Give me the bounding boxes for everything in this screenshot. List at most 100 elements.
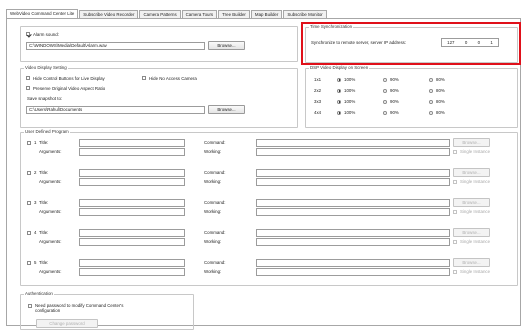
dsp-option-label: 90%: [390, 77, 399, 82]
program-command-label: Command:: [204, 230, 226, 235]
dsp-group: [305, 68, 518, 128]
program-arguments-label: Arguments:: [39, 179, 62, 184]
program-working-input[interactable]: [256, 238, 450, 246]
program-command-input[interactable]: [256, 259, 450, 267]
authentication-title: Authentication: [24, 291, 54, 296]
program-command-input[interactable]: [256, 199, 450, 207]
alarm-sound-path-input[interactable]: C:\WINDOWS\Media\Default\Alarm.wav: [26, 42, 205, 50]
program-arguments-input[interactable]: [79, 208, 185, 216]
dsp-row-label: 3x3: [314, 99, 322, 104]
dsp-4x4-100-radio[interactable]: [337, 110, 341, 115]
single-instance-label: Single Instance: [460, 239, 491, 244]
dsp-row-label: 2x2: [314, 88, 322, 93]
program-arguments-label: Arguments:: [39, 209, 62, 214]
program-arguments-input[interactable]: [79, 148, 185, 156]
program-browse-button[interactable]: Browse...: [453, 198, 490, 207]
hide-no-access-checkbox[interactable]: [142, 76, 146, 80]
program-title-label: Title:: [39, 260, 49, 265]
program-command-input[interactable]: [256, 169, 450, 177]
tab-tree-builder[interactable]: Tree Builder: [218, 10, 250, 18]
dsp-option-label: 90%: [390, 110, 399, 115]
program-working-label: Working:: [204, 149, 222, 154]
tab-subscribe-monitor[interactable]: Subscribe Monitor: [283, 10, 327, 18]
dsp-2x2-100-radio[interactable]: [337, 88, 341, 93]
program-title-label: Title:: [39, 200, 49, 205]
program-browse-button[interactable]: Browse...: [453, 228, 490, 237]
program-command-label: Command:: [204, 170, 226, 175]
program-browse-button[interactable]: Browse...: [453, 168, 490, 177]
hide-control-buttons-checkbox[interactable]: [26, 76, 30, 80]
program-enable-checkbox[interactable]: [27, 140, 31, 145]
program-browse-button[interactable]: Browse...: [453, 258, 490, 267]
dsp-1x1-90-radio[interactable]: [383, 77, 387, 82]
need-password-checkbox[interactable]: [28, 304, 32, 308]
dsp-2x2-80-radio[interactable]: [429, 88, 433, 93]
single-instance-checkbox[interactable]: [453, 209, 457, 214]
alarm-browse-button[interactable]: Browse...: [208, 41, 245, 50]
need-password-label: Need password to modify Command Center's…: [35, 303, 124, 313]
snapshot-path-input[interactable]: C:\Users\Rahul\Documents: [26, 106, 205, 114]
dsp-option-label: 80%: [436, 99, 445, 104]
alarm-sound-label: Alarm sound:: [33, 31, 59, 37]
dsp-2x2-90-radio[interactable]: [383, 88, 387, 93]
program-browse-button[interactable]: Browse...: [453, 138, 490, 147]
dsp-3x3-90-radio[interactable]: [383, 99, 387, 104]
program-arguments-input[interactable]: [79, 238, 185, 246]
single-instance-checkbox[interactable]: [453, 269, 457, 274]
program-number: 1: [34, 140, 37, 145]
single-instance-label: Single Instance: [460, 149, 491, 154]
program-arguments-label: Arguments:: [39, 149, 62, 154]
change-password-button[interactable]: Change password: [36, 319, 98, 328]
program-enable-checkbox[interactable]: [27, 230, 31, 235]
program-working-input[interactable]: [256, 148, 450, 156]
program-enable-checkbox[interactable]: [27, 200, 31, 205]
program-arguments-input[interactable]: [79, 268, 185, 276]
single-instance-checkbox[interactable]: [453, 149, 457, 154]
single-instance-checkbox[interactable]: [453, 239, 457, 244]
program-enable-checkbox[interactable]: [27, 260, 31, 265]
program-title-input[interactable]: [79, 139, 185, 147]
program-title-input[interactable]: [79, 259, 185, 267]
save-snapshot-label: Save snapshot to:: [27, 96, 63, 101]
dsp-option-label: 100%: [344, 110, 356, 115]
program-working-input[interactable]: [256, 178, 450, 186]
program-working-input[interactable]: [256, 268, 450, 276]
program-number: 5: [34, 260, 37, 265]
program-working-input[interactable]: [256, 208, 450, 216]
program-arguments-input[interactable]: [79, 178, 185, 186]
tab-camera-patterns[interactable]: Camera Patterns: [139, 10, 181, 18]
tab-camera-tours[interactable]: Camera Tours: [181, 10, 218, 18]
program-title-label: Title:: [39, 140, 49, 145]
dsp-3x3-100-radio[interactable]: [337, 99, 341, 104]
program-enable-checkbox[interactable]: [27, 170, 31, 175]
dsp-1x1-80-radio[interactable]: [429, 77, 433, 82]
program-number: 4: [34, 230, 37, 235]
dsp-1x1-100-radio[interactable]: [337, 77, 341, 82]
dsp-3x3-80-radio[interactable]: [429, 99, 433, 104]
dsp-4x4-90-radio[interactable]: [383, 110, 387, 115]
single-instance-checkbox[interactable]: [453, 179, 457, 184]
program-title-input[interactable]: [79, 199, 185, 207]
dsp-option-label: 100%: [344, 77, 356, 82]
program-command-input[interactable]: [256, 229, 450, 237]
tab-map-builder[interactable]: Map Builder: [250, 10, 283, 18]
dsp-option-label: 100%: [344, 99, 356, 104]
single-instance-label: Single Instance: [460, 179, 491, 184]
dsp-4x4-80-radio[interactable]: [429, 110, 433, 115]
user-program-title: User Defined Program: [24, 129, 70, 134]
program-title-label: Title:: [39, 170, 49, 175]
preserve-aspect-checkbox[interactable]: [26, 86, 30, 90]
dsp-option-label: 90%: [390, 99, 399, 104]
program-title-input[interactable]: [79, 169, 185, 177]
hide-control-buttons-label: Hide Control Buttons for Live Display: [33, 75, 105, 81]
program-command-label: Command:: [204, 260, 226, 265]
alarm-sound-checkbox[interactable]: [26, 32, 30, 36]
program-number: 2: [34, 170, 37, 175]
program-command-input[interactable]: [256, 139, 450, 147]
program-working-label: Working:: [204, 269, 222, 274]
program-command-label: Command:: [204, 140, 226, 145]
program-arguments-label: Arguments:: [39, 269, 62, 274]
program-title-input[interactable]: [79, 229, 185, 237]
snapshot-browse-button[interactable]: Browse...: [208, 105, 245, 114]
tab-subscribe-video-recorder[interactable]: Subscribe Video Recorder: [79, 10, 139, 18]
